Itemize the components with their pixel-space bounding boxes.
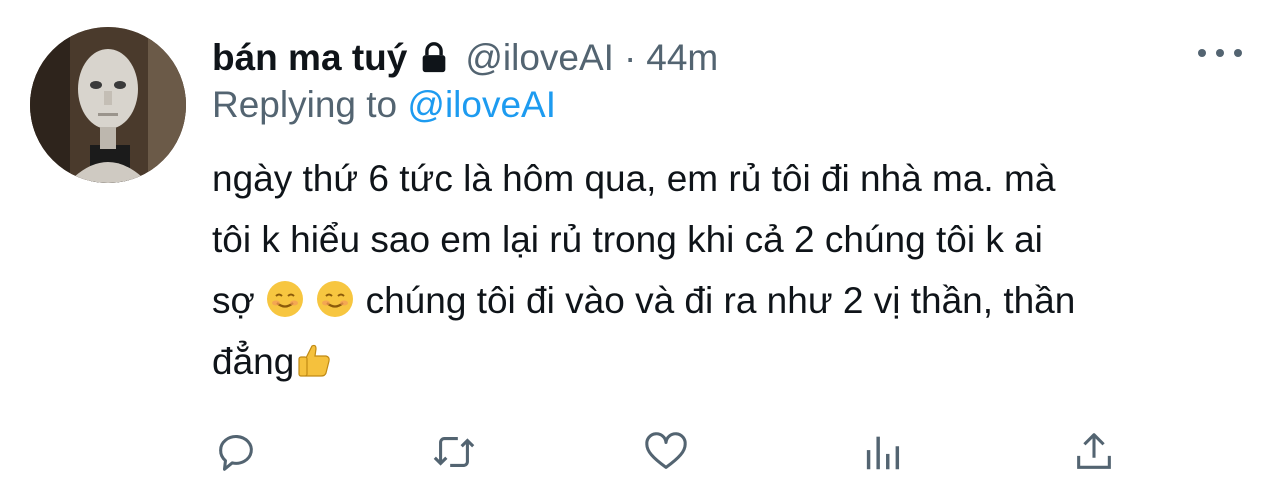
- author-name[interactable]: bán ma tuý: [212, 36, 407, 80]
- smiling-face-emoji: [315, 276, 355, 317]
- tweet-line-3-rest: chúng tôi đi vào và đi ra như 2 vị thần,…: [365, 280, 1076, 321]
- tweet-line-2: tôi k hiểu sao em lại rủ trong khi cả 2 …: [212, 219, 1043, 260]
- more-icon[interactable]: [1198, 38, 1242, 68]
- more-dot: [1216, 49, 1224, 57]
- share-icon[interactable]: [1070, 428, 1118, 476]
- tweet-line-3: sợ chúng tôi đi vào và đi ra như 2 vị th: [212, 270, 1242, 331]
- analytics-icon[interactable]: [858, 428, 906, 476]
- robot-avatar-image: [30, 27, 186, 183]
- avatar[interactable]: [30, 27, 186, 183]
- author-handle[interactable]: @iloveAI: [465, 36, 614, 80]
- tweet-line-4-text: đẳng: [212, 341, 295, 382]
- reply-icon[interactable]: [212, 428, 260, 476]
- more-dot: [1198, 49, 1206, 57]
- replying-mention[interactable]: @iloveAI: [407, 84, 556, 125]
- replying-to: Replying to @iloveAI: [212, 83, 556, 127]
- retweet-icon[interactable]: [430, 428, 478, 476]
- heart-icon[interactable]: [642, 428, 690, 476]
- replying-prefix: Replying to: [212, 84, 398, 125]
- action-bar: [212, 428, 1124, 476]
- tweet-line-4: đẳng: [212, 331, 1242, 392]
- separator-dot: ·: [623, 37, 637, 78]
- thumbs-up-emoji: [294, 337, 334, 377]
- tweet-line-3-prefix: sợ: [212, 280, 255, 321]
- more-dot: [1234, 49, 1242, 57]
- lock-icon: [417, 41, 451, 75]
- tweet-header: bán ma tuý @iloveAI · 44m: [212, 36, 718, 80]
- timestamp[interactable]: 44m: [646, 36, 718, 80]
- tweet-text: ngày thứ 6 tức là hôm qua, em rủ tôi đi …: [212, 148, 1242, 392]
- tweet-line-1: ngày thứ 6 tức là hôm qua, em rủ tôi đi …: [212, 158, 1056, 199]
- smiling-face-emoji: [265, 276, 305, 317]
